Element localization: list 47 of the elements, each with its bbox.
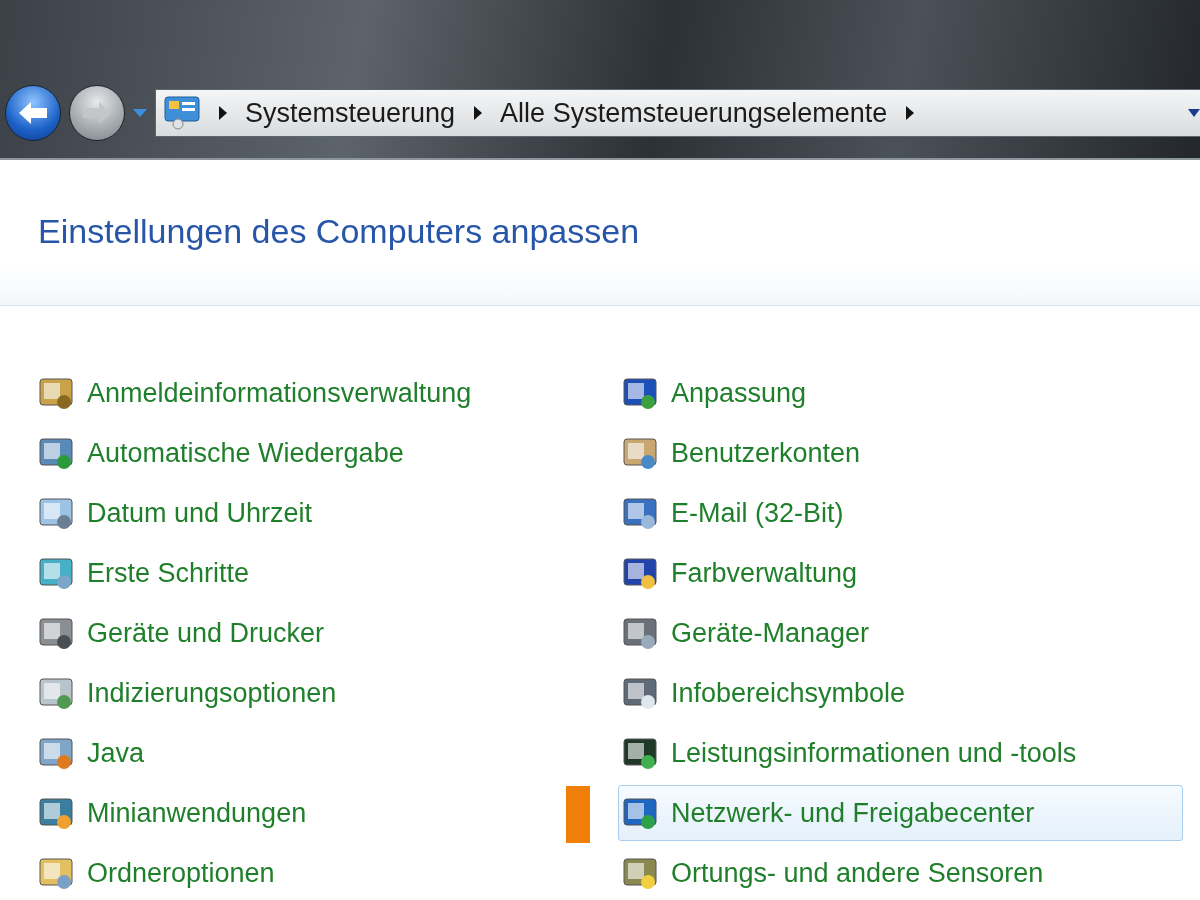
applet-link[interactable]: Erste Schritte	[34, 545, 536, 601]
applet-link[interactable]: Geräte und Drucker	[34, 605, 536, 661]
applet-link[interactable]: Infobereichsymbole	[618, 665, 1183, 721]
window-icon	[623, 496, 657, 530]
window-icon	[623, 676, 657, 710]
page-heading: Einstellungen des Computers anpassen	[38, 212, 641, 251]
window-icon	[39, 796, 73, 830]
applet-link[interactable]: Indizierungsoptionen	[34, 665, 536, 721]
left-arrow-icon	[17, 99, 49, 127]
breadcrumb-link[interactable]: Alle Systemsteuerungselemente	[500, 97, 888, 129]
window-icon	[39, 496, 73, 530]
window-icon	[623, 616, 657, 650]
breadcrumb-link[interactable]: Systemsteuerung	[245, 97, 456, 129]
window-icon	[623, 736, 657, 770]
window-icon	[623, 376, 657, 410]
window-icon	[39, 436, 73, 470]
window-icon	[39, 556, 73, 590]
window-icon	[623, 556, 657, 590]
window-icon	[39, 376, 73, 410]
applet-link[interactable]: Anpassung	[618, 365, 1183, 421]
window-icon	[39, 736, 73, 770]
window-icon	[623, 796, 657, 830]
window-icon	[39, 616, 73, 650]
chevron-icon	[473, 106, 483, 120]
window-icon	[623, 436, 657, 470]
applet-link[interactable]: Ortungs- und andere Sensoren	[618, 845, 1183, 900]
applet-link[interactable]: Leistungsinformationen und -tools	[618, 725, 1183, 781]
applet-link[interactable]: Ordneroptionen	[34, 845, 536, 900]
applet-link[interactable]: Farbverwaltung	[618, 545, 1183, 601]
applet-link[interactable]: Minianwendungen	[34, 785, 536, 841]
chevron-icon	[905, 106, 915, 120]
control-panel-icon	[164, 96, 200, 130]
applet-link[interactable]: Benutzerkonten	[618, 425, 1183, 481]
applet-link[interactable]: E-Mail (32-Bit)	[618, 485, 1183, 541]
window-icon	[623, 856, 657, 890]
right-arrow-icon	[81, 99, 113, 127]
applet-link[interactable]: Geräte-Manager	[618, 605, 1183, 661]
address-bar[interactable]: Systemsteuerung Alle Systemsteuerungselemente	[155, 89, 1200, 137]
applet-link[interactable]: Anmeldeinformationsverwaltung	[34, 365, 536, 421]
window-icon	[39, 856, 73, 890]
applet-link[interactable]: Datum und Uhrzeit	[34, 485, 536, 541]
chevron-icon	[218, 106, 227, 120]
back-button[interactable]	[5, 85, 61, 141]
applet-link[interactable]: Java	[34, 725, 536, 781]
applet-link[interactable]: Automatische Wiedergabe	[34, 425, 536, 481]
dropdown-caret-icon[interactable]	[1188, 109, 1200, 117]
window-icon	[39, 676, 73, 710]
